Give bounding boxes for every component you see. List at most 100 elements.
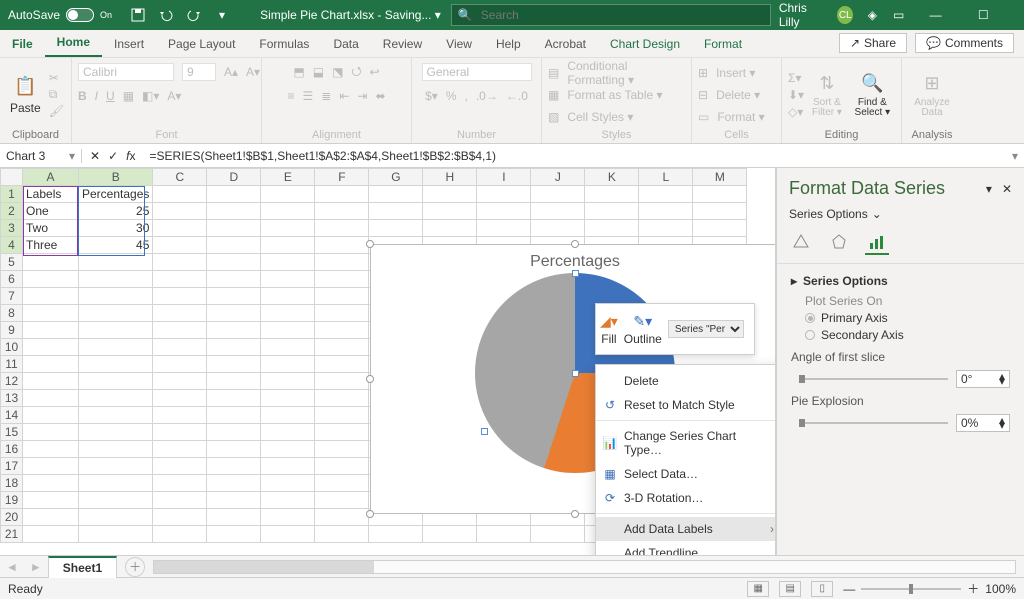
col-header-B[interactable]: B	[79, 169, 153, 186]
angle-value-input[interactable]: 0°▴▾	[956, 370, 1010, 388]
explosion-slider[interactable]	[799, 422, 948, 424]
cancel-formula-icon[interactable]: ✕	[90, 149, 100, 163]
fill-color-icon[interactable]: ◧▾	[142, 89, 159, 103]
row-header-5[interactable]: 5	[1, 254, 23, 271]
insert-cells-button[interactable]: Insert ▾	[716, 66, 755, 80]
autosave-switch-icon[interactable]	[66, 8, 94, 22]
format-cells-button[interactable]: Format ▾	[717, 110, 764, 124]
cell-B3[interactable]: 30	[79, 220, 153, 237]
comments-button[interactable]: 💬Comments	[915, 33, 1014, 53]
row-header-17[interactable]: 17	[1, 458, 23, 475]
conditional-formatting-button[interactable]: Conditional Formatting ▾	[567, 59, 685, 87]
row-header-15[interactable]: 15	[1, 424, 23, 441]
font-size-input[interactable]: 9	[182, 63, 216, 81]
row-header-4[interactable]: 4	[1, 237, 23, 254]
find-select-button[interactable]: 🔍Find & Select ▾	[850, 70, 895, 120]
copy-icon[interactable]: ⧉	[49, 87, 64, 102]
paste-button[interactable]: 📋Paste	[6, 73, 45, 117]
zoom-out-icon[interactable]: —	[843, 582, 855, 596]
col-header-J[interactable]: J	[531, 169, 585, 186]
col-header-M[interactable]: M	[693, 169, 747, 186]
sheet-tab-sheet1[interactable]: Sheet1	[48, 556, 117, 578]
horizontal-scrollbar[interactable]	[153, 560, 1016, 574]
orientation-icon[interactable]: ⭯	[351, 62, 361, 83]
tab-formulas[interactable]: Formulas	[247, 31, 321, 57]
autosum-icon[interactable]: Σ▾	[788, 71, 804, 85]
cell-A2[interactable]: One	[23, 203, 79, 220]
zoom-in-icon[interactable]: ＋	[967, 580, 979, 597]
sheet-nav-next-icon[interactable]: ►	[24, 560, 48, 574]
formula-input[interactable]: =SERIES(Sheet1!$B$1,Sheet1!$A$2:$A$4,She…	[143, 149, 1006, 163]
tab-acrobat[interactable]: Acrobat	[533, 31, 598, 57]
sheet-nav-prev-icon[interactable]: ◄	[0, 560, 24, 574]
row-header-9[interactable]: 9	[1, 322, 23, 339]
save-icon[interactable]	[130, 7, 146, 23]
search-box[interactable]: 🔍	[451, 4, 771, 26]
row-header-1[interactable]: 1	[1, 186, 23, 203]
tab-review[interactable]: Review	[371, 31, 434, 57]
name-box-dropdown-icon[interactable]: ▾	[69, 149, 75, 163]
ctx-select-data[interactable]: ▦Select Data…	[596, 462, 776, 486]
close-button[interactable]: ✕	[1013, 0, 1024, 30]
row-header-16[interactable]: 16	[1, 441, 23, 458]
font-color-icon[interactable]: A▾	[167, 89, 181, 103]
search-input[interactable]	[479, 7, 764, 23]
autosave-toggle[interactable]: AutoSave On	[0, 8, 120, 22]
format-painter-icon[interactable]: 🖌	[49, 104, 64, 118]
view-page-break-icon[interactable]: ▯	[811, 581, 833, 597]
mini-toolbar[interactable]: ◢▾ Fill ✎▾ Outline Series "Percent	[595, 303, 755, 355]
worksheet-area[interactable]: A B C D E F G H I J K L M 1 Labels Perce…	[0, 168, 776, 555]
align-middle-icon[interactable]: ⬓	[313, 65, 324, 79]
pane-options-icon[interactable]: ▾	[986, 182, 992, 196]
col-header-G[interactable]: G	[369, 169, 423, 186]
row-header-19[interactable]: 19	[1, 492, 23, 509]
share-button[interactable]: ↗Share	[839, 33, 907, 53]
currency-icon[interactable]: $▾	[425, 89, 438, 103]
user-name[interactable]: Chris Lilly	[779, 1, 825, 29]
format-as-table-button[interactable]: Format as Table ▾	[567, 88, 662, 102]
wrap-text-icon[interactable]: ↩	[370, 65, 380, 79]
italic-icon[interactable]: I	[95, 89, 98, 103]
pane-subtitle[interactable]: Series Options⌄	[777, 205, 1024, 229]
view-normal-icon[interactable]: ▦	[747, 581, 769, 597]
undo-icon[interactable]	[158, 7, 174, 23]
formula-expand-icon[interactable]: ▾	[1006, 149, 1024, 163]
ctx-add-data-labels[interactable]: Add Data Labels›	[596, 517, 776, 541]
font-name-input[interactable]: Calibri	[78, 63, 174, 81]
row-header-8[interactable]: 8	[1, 305, 23, 322]
sort-filter-button[interactable]: ⇅Sort & Filter ▾	[806, 70, 848, 120]
row-header-12[interactable]: 12	[1, 373, 23, 390]
decrease-decimal-icon[interactable]: ←.0	[506, 89, 528, 103]
comma-icon[interactable]: ,	[465, 89, 468, 103]
col-header-F[interactable]: F	[315, 169, 369, 186]
col-header-A[interactable]: A	[23, 169, 79, 186]
name-box[interactable]: Chart 3▾	[0, 149, 82, 163]
border-icon[interactable]: ▦	[123, 89, 134, 103]
mini-fill-button[interactable]: ◢▾ Fill	[600, 313, 618, 346]
cell-A3[interactable]: Two	[23, 220, 79, 237]
align-center-icon[interactable]: ☰	[303, 89, 314, 103]
percent-icon[interactable]: %	[446, 89, 457, 103]
tab-view[interactable]: View	[434, 31, 484, 57]
zoom-slider[interactable]	[861, 588, 961, 590]
col-header-K[interactable]: K	[585, 169, 639, 186]
align-bottom-icon[interactable]: ⬔	[332, 65, 343, 79]
select-all-corner[interactable]	[1, 169, 23, 186]
row-header-20[interactable]: 20	[1, 509, 23, 526]
cut-icon[interactable]: ✂	[49, 71, 64, 85]
col-header-H[interactable]: H	[423, 169, 477, 186]
tab-help[interactable]: Help	[484, 31, 533, 57]
col-header-C[interactable]: C	[153, 169, 207, 186]
cell-A1[interactable]: Labels	[23, 186, 79, 203]
tab-home[interactable]: Home	[45, 29, 102, 57]
delete-cells-button[interactable]: Delete ▾	[716, 88, 760, 102]
view-page-layout-icon[interactable]: ▤	[779, 581, 801, 597]
row-header-2[interactable]: 2	[1, 203, 23, 220]
row-header-21[interactable]: 21	[1, 526, 23, 543]
align-top-icon[interactable]: ⬒	[293, 65, 304, 79]
number-format-input[interactable]: General	[422, 63, 532, 81]
redo-icon[interactable]	[186, 7, 202, 23]
col-header-D[interactable]: D	[207, 169, 261, 186]
row-header-11[interactable]: 11	[1, 356, 23, 373]
merge-icon[interactable]: ⬌	[375, 89, 385, 103]
